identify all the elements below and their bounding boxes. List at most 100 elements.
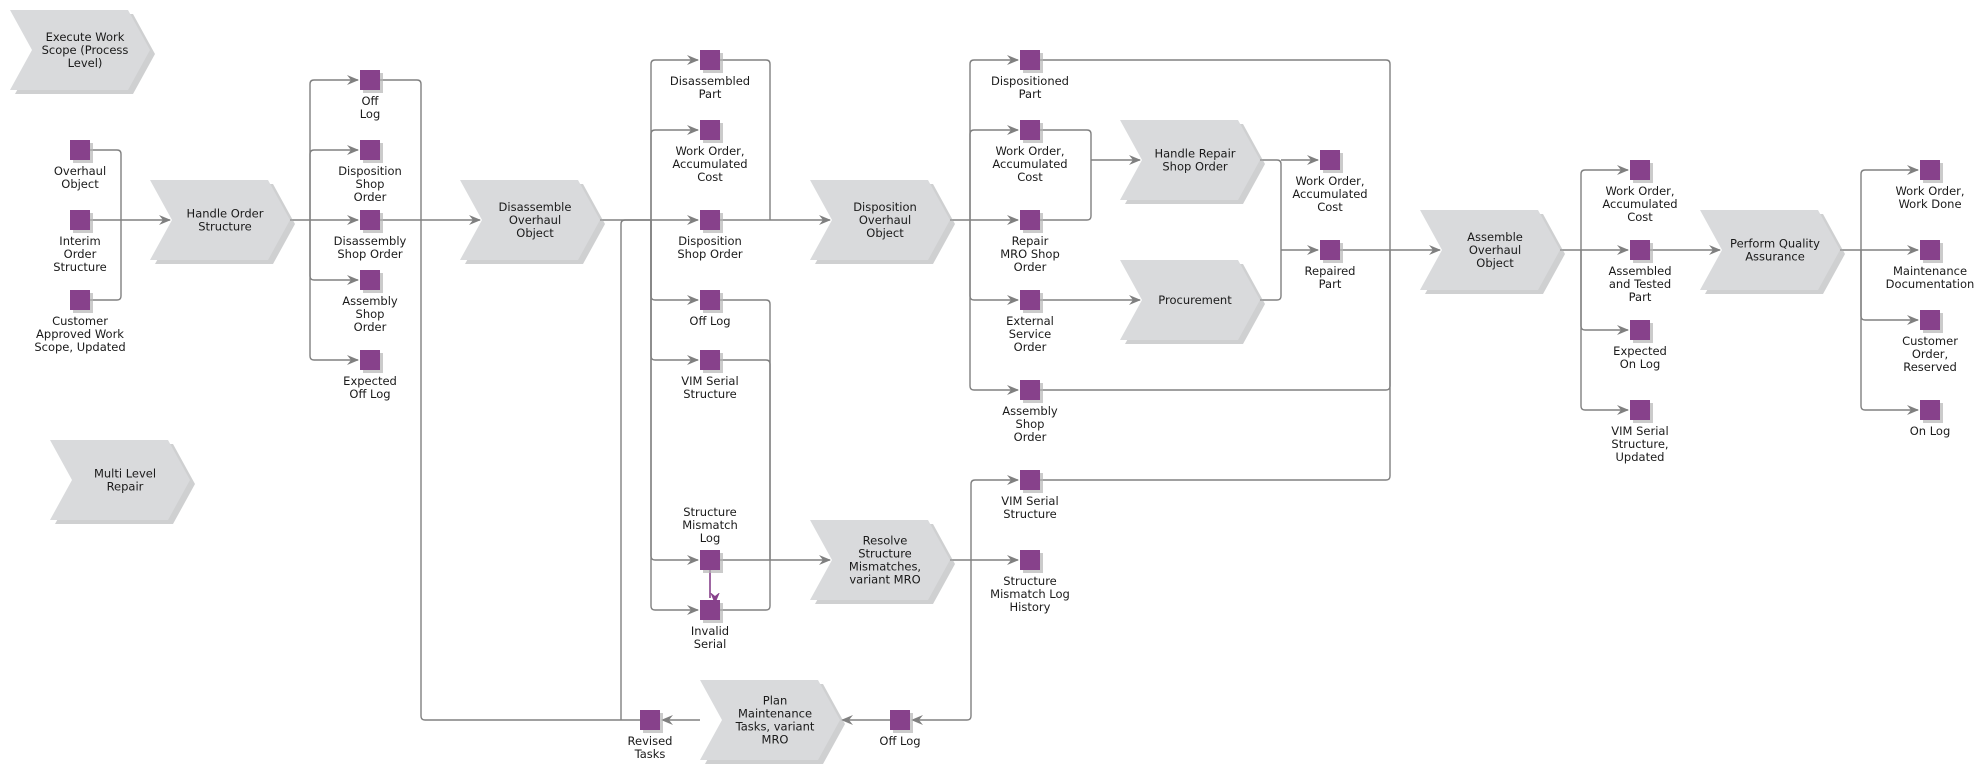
- object-label: Disassembled: [670, 74, 750, 88]
- object-b-revised-tasks[interactable]: RevisedTasks: [628, 710, 673, 761]
- object-label: Off Log: [689, 314, 730, 328]
- function-multi-level-repair[interactable]: Multi LevelRepair: [50, 440, 195, 524]
- object-label: Log: [360, 107, 381, 121]
- object-square-icon: [1630, 400, 1650, 420]
- function-label: Disposition: [853, 200, 917, 214]
- object-c7-maintenance-documentation[interactable]: MaintenanceDocumentation: [1886, 240, 1975, 291]
- object-label: Off: [362, 94, 380, 108]
- object-label: Updated: [1616, 450, 1665, 464]
- object-label: Order: [1014, 260, 1047, 274]
- object-label: Structure: [53, 260, 107, 274]
- object-label: MRO Shop: [1000, 247, 1060, 261]
- connector-repair-out: [1260, 159, 1282, 250]
- object-c7-work-order-work-done[interactable]: Work Order,Work Done: [1895, 160, 1965, 211]
- object-label: Customer: [1902, 334, 1958, 348]
- object-label: Mismatch: [682, 518, 737, 532]
- function-label: Structure: [858, 547, 912, 561]
- object-label: Expected: [343, 374, 397, 388]
- object-label: On Log: [1620, 357, 1661, 371]
- object-label: Cost: [1017, 170, 1043, 184]
- connector-col3-lower: [720, 560, 771, 611]
- object-c6-expected-on-log[interactable]: ExpectedOn Log: [1613, 320, 1667, 371]
- function-disassemble-overhaul-object[interactable]: DisassembleOverhaulObject: [460, 180, 605, 264]
- object-label: VIM Serial: [1611, 424, 1668, 438]
- object-label: Work Done: [1898, 197, 1961, 211]
- object-label: Repair: [1012, 234, 1049, 248]
- object-label: Scope, Updated: [34, 340, 125, 354]
- function-perform-quality-assurance[interactable]: Perform QualityAssurance: [1700, 210, 1845, 294]
- object-square-icon: [360, 350, 380, 370]
- object-c2-expected-off-log[interactable]: ExpectedOff Log: [343, 350, 397, 401]
- object-label: Accumulated: [1602, 197, 1677, 211]
- object-c3-disassembled-part[interactable]: DisassembledPart: [670, 50, 750, 101]
- object-overhaul-object[interactable]: OverhaulObject: [54, 140, 106, 191]
- function-label: Overhaul: [1469, 243, 1521, 257]
- object-square-icon: [1630, 240, 1650, 260]
- object-c4-dispositioned-part[interactable]: DispositionedPart: [991, 50, 1069, 101]
- function-label: Overhaul: [859, 213, 911, 227]
- function-label: Assemble: [1467, 230, 1523, 244]
- object-square-icon: [360, 140, 380, 160]
- object-square-icon: [1630, 320, 1650, 340]
- connector-procurement-out: [1260, 250, 1282, 301]
- object-label: Order: [354, 190, 387, 204]
- object-c3-disposition-shop-order[interactable]: DispositionShop Order: [677, 210, 743, 261]
- connector-loop-to-revised: [420, 220, 640, 721]
- object-square-icon: [1020, 470, 1040, 490]
- object-label: Part: [1019, 87, 1042, 101]
- object-label: Cost: [697, 170, 723, 184]
- object-square-icon: [700, 290, 720, 310]
- object-c3-off-log[interactable]: Off Log: [689, 290, 731, 328]
- object-c3-structure-mismatch-log[interactable]: StructureMismatchLog: [682, 505, 738, 573]
- function-handle-order-structure[interactable]: Handle OrderStructure: [150, 180, 295, 264]
- object-b-off-log[interactable]: Off Log: [879, 710, 921, 748]
- object-label: Off Log: [349, 387, 390, 401]
- function-assemble-overhaul-object[interactable]: AssembleOverhaulObject: [1420, 210, 1565, 294]
- object-square-icon: [1020, 120, 1040, 140]
- object-label: Order: [64, 247, 97, 261]
- object-square-icon: [700, 120, 720, 140]
- object-label: Work Order,: [1605, 184, 1674, 198]
- object-c3-vim-serial-structure[interactable]: VIM SerialStructure: [681, 350, 739, 401]
- function-handle-repair-shop-order[interactable]: Handle RepairShop Order: [1120, 120, 1265, 204]
- object-c5-repaired-part[interactable]: RepairedPart: [1305, 240, 1356, 291]
- object-label: Order: [354, 320, 387, 334]
- object-c4-vim-serial-structure[interactable]: VIM SerialStructure: [1001, 470, 1059, 521]
- function-plan-maintenance-tasks[interactable]: PlanMaintenanceTasks, variantMRO: [700, 680, 845, 764]
- connector-to-col3-object: [650, 220, 699, 615]
- object-label: Repaired: [1305, 264, 1356, 278]
- object-label: Work Order,: [675, 144, 744, 158]
- object-label: Accumulated: [992, 157, 1067, 171]
- function-label: Multi Level: [94, 467, 156, 481]
- object-label: and Tested: [1609, 277, 1671, 291]
- function-label: Scope (Process: [42, 43, 129, 57]
- object-label: Accumulated: [1292, 187, 1367, 201]
- function-label: Procurement: [1158, 293, 1232, 307]
- function-label: Plan: [763, 694, 787, 708]
- object-label: Order: [1014, 430, 1047, 444]
- object-square-icon: [1020, 290, 1040, 310]
- object-c3-invalid-serial[interactable]: InvalidSerial: [691, 600, 729, 651]
- function-resolve-structure-mismatches[interactable]: ResolveStructureMismatches,variant MRO: [810, 520, 955, 604]
- object-square-icon: [70, 140, 90, 160]
- object-label: Work Order,: [1895, 184, 1964, 198]
- object-label: Tasks: [634, 747, 666, 761]
- function-procurement[interactable]: Procurement: [1120, 260, 1265, 344]
- object-label: VIM Serial: [1001, 494, 1058, 508]
- function-disposition-overhaul-object[interactable]: DispositionOverhaulObject: [810, 180, 955, 264]
- object-label: Order,: [1912, 347, 1948, 361]
- object-label: Shop Order: [677, 247, 743, 261]
- object-label: Disassembly: [334, 234, 407, 248]
- object-square-icon: [1320, 150, 1340, 170]
- function-execute-work-scope[interactable]: Execute WorkScope (ProcessLevel): [10, 10, 155, 94]
- object-label: Cost: [1317, 200, 1343, 214]
- object-label: Assembled: [1609, 264, 1672, 278]
- object-c7-on-log[interactable]: On Log: [1910, 400, 1951, 438]
- object-c2-disassembly-shop-order[interactable]: DisassemblyShop Order: [334, 210, 407, 261]
- object-label: Shop: [356, 177, 385, 191]
- object-c2-off-log[interactable]: OffLog: [360, 70, 383, 121]
- object-label: Off Log: [879, 734, 920, 748]
- object-label: Mismatch Log: [990, 587, 1070, 601]
- object-square-icon: [700, 50, 720, 70]
- object-label: Assembly: [342, 294, 398, 308]
